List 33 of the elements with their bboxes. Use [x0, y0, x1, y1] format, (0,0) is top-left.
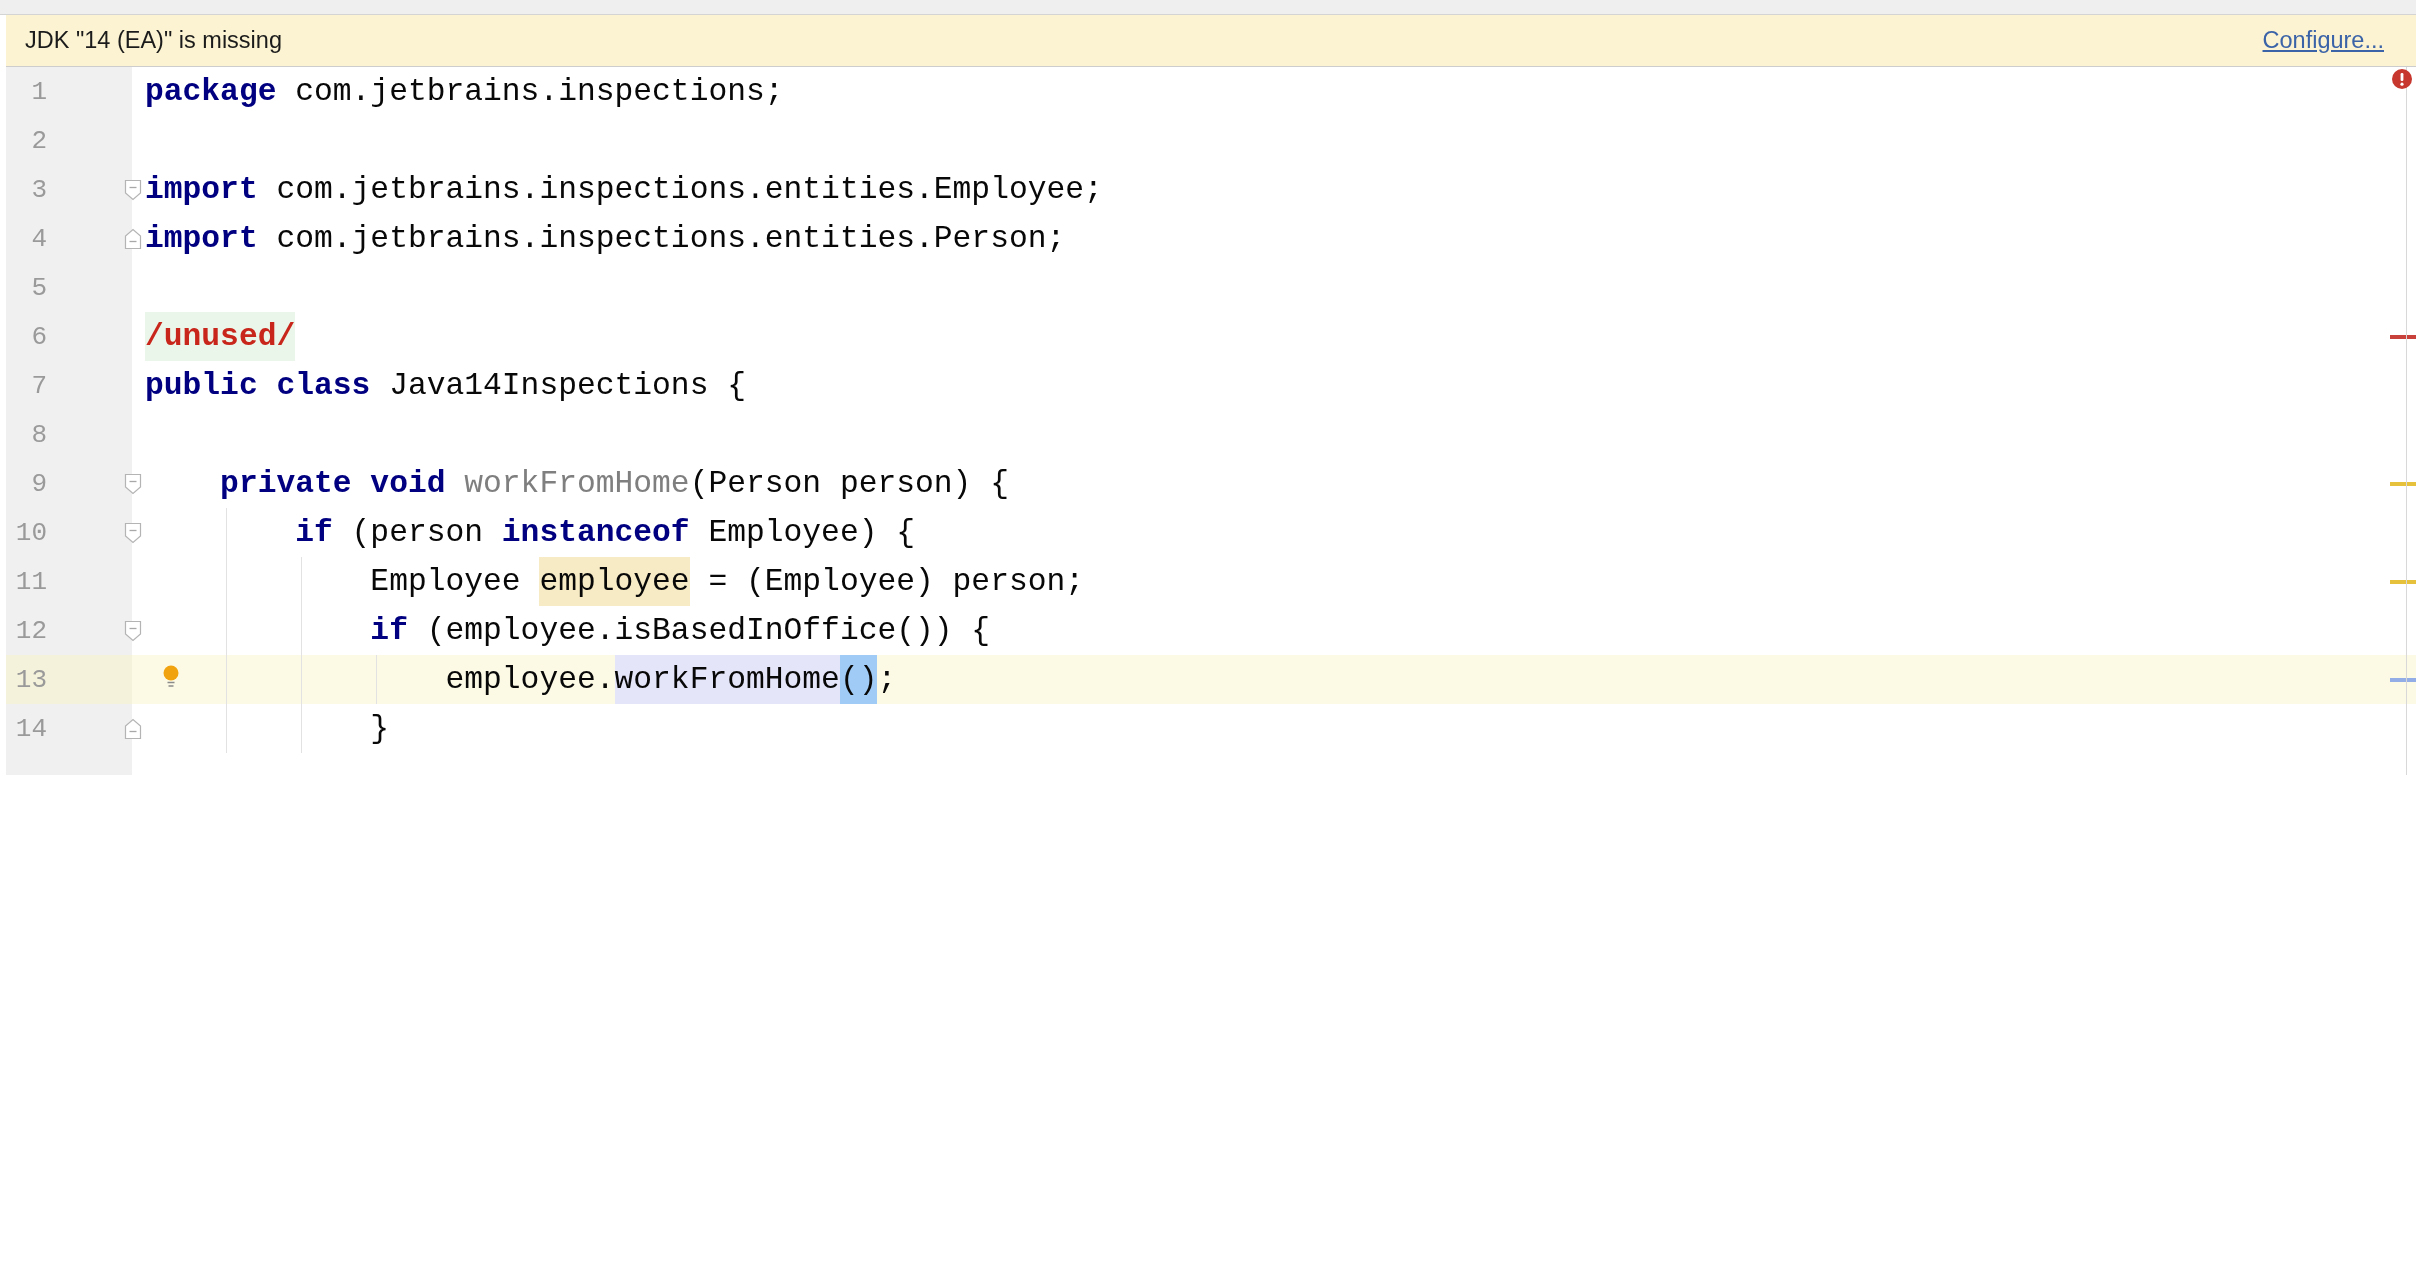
- code-line: import com.jetbrains.inspections.entities.Person;: [145, 220, 1066, 258]
- line-number: 9: [31, 467, 47, 500]
- line-number: 6: [31, 320, 47, 353]
- code-line: Employee employee = (Employee) person;: [370, 557, 1085, 606]
- code-line: if (employee.isBasedInOffice()) {: [370, 612, 991, 650]
- code-line: package com.jetbrains.inspections;: [145, 73, 784, 111]
- line-number: 5: [31, 271, 47, 304]
- configure-link[interactable]: Configure...: [2262, 27, 2384, 54]
- line-number: 10: [15, 516, 47, 549]
- code-line: private void workFromHome(Person person) {: [220, 465, 1009, 503]
- code-line: if (person instanceof Employee) {: [295, 514, 915, 552]
- error-stripe-mark[interactable]: [2390, 677, 2416, 682]
- line-number: 2: [31, 124, 47, 157]
- fold-marker-icon[interactable]: [124, 178, 142, 201]
- line-number: 13: [15, 663, 47, 696]
- line-number: 11: [15, 565, 47, 598]
- error-stripe-mark[interactable]: [2390, 334, 2416, 339]
- line-number: 12: [15, 614, 47, 647]
- line-number: 4: [31, 222, 47, 255]
- error-icon[interactable]: [2392, 69, 2412, 89]
- line-number: 3: [31, 173, 47, 206]
- code-line: public class Java14Inspections {: [145, 367, 746, 405]
- line-number: 14: [15, 712, 47, 745]
- line-number: 1: [31, 75, 47, 108]
- fold-marker-icon[interactable]: [124, 619, 142, 642]
- line-number: 8: [31, 418, 47, 451]
- fold-marker-icon[interactable]: [124, 472, 142, 495]
- code-line: }: [370, 710, 390, 748]
- banner-message: JDK "14 (EA)" is missing: [25, 27, 282, 54]
- fold-marker-icon[interactable]: [124, 521, 142, 544]
- line-number: 7: [31, 369, 47, 402]
- code-line: import com.jetbrains.inspections.entities.Employee;: [145, 171, 1103, 209]
- lightbulb-icon[interactable]: [163, 665, 179, 689]
